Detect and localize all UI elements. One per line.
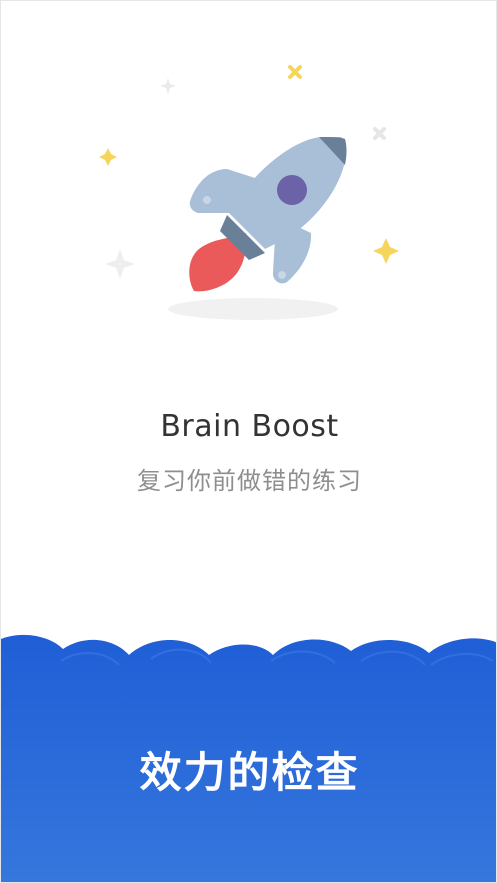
rocket-shadow (168, 298, 338, 320)
sparkle-icon (373, 127, 386, 140)
rocket-illustration (99, 65, 399, 320)
sparkle-icon (105, 249, 135, 279)
sparkle-icon (160, 78, 176, 94)
sparkle-icon (288, 65, 302, 79)
app-tagline: 复习你前做错的练习 (137, 467, 362, 495)
splash-screen: Brain Boost 复习你前做错的练习 效力的检查 (0, 0, 497, 883)
check-effect-button[interactable]: 效力的检查 (1, 739, 496, 800)
sparkle-icon (99, 148, 117, 166)
app-title: Brain Boost (160, 409, 339, 444)
sparkle-icon (373, 238, 399, 264)
rocket-icon (189, 137, 347, 292)
